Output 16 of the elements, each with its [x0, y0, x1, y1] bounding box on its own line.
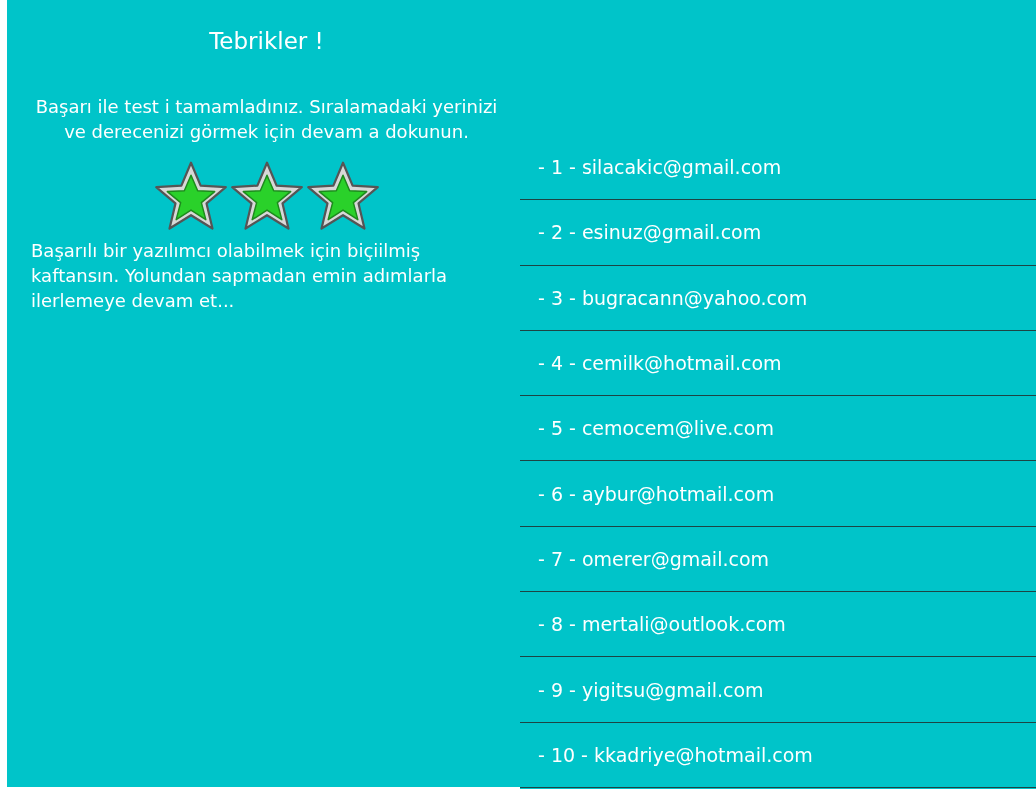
ranking-item[interactable]: - 7 - omerer@gmail.com [520, 526, 1036, 593]
filled-star-icon [305, 160, 380, 232]
result-message: Başarı ile test i tamamladınız. Sıralamadaki yerinizi ve derecenizi görmek için devam a dokunun. [34, 95, 499, 144]
ranking-item[interactable]: - 10 - kkadriye@hotmail.com [520, 722, 1036, 788]
congrats-title: Tebrikler ! [209, 28, 324, 54]
filled-star-icon [153, 160, 228, 232]
ranking-item[interactable]: - 8 - mertali@outlook.com [520, 592, 1036, 658]
filled-star-icon [229, 160, 304, 232]
ranking-item[interactable]: - 6 - aybur@hotmail.com [520, 461, 1036, 527]
ranking-item[interactable]: - 9 - yigitsu@gmail.com [520, 657, 1036, 723]
ranking-item[interactable]: - 4 - cemilk@hotmail.com [520, 330, 1036, 397]
result-comment: Başarılı bir yazılımcı olabilmek için biçiilmiş kaftansın. Yolundan sapmadan emin adımlarla ilerlemeye devam et... [31, 239, 449, 313]
ranking-item[interactable]: - 3 - bugracann@yahoo.com [520, 265, 1036, 331]
ranking-item[interactable]: - 1 - silacakic@gmail.com [520, 135, 1036, 201]
ranking-item[interactable]: - 2 - esinuz@gmail.com [520, 200, 1036, 266]
ranking-item[interactable]: - 5 - cemocem@live.com [520, 396, 1036, 462]
